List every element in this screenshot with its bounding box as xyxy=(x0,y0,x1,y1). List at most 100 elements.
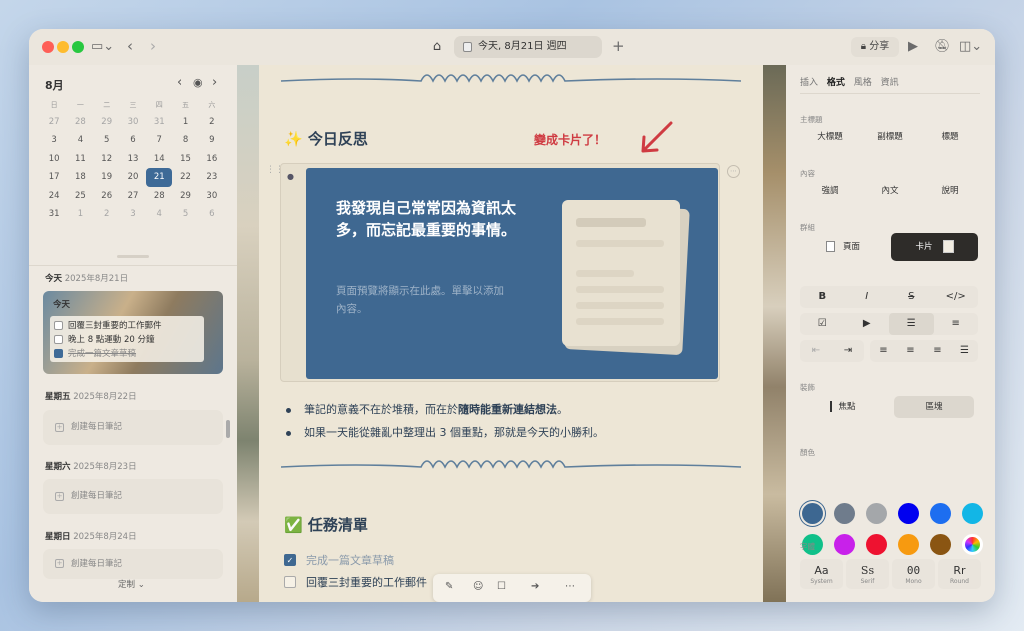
sidebar-scrollbar[interactable] xyxy=(226,420,230,438)
calendar-day[interactable]: 22 xyxy=(172,168,198,186)
more-icon[interactable]: ⋯ xyxy=(565,581,575,592)
calendar-day[interactable]: 29 xyxy=(94,113,120,131)
calendar-day[interactable]: 6 xyxy=(120,131,146,149)
align-justify-icon[interactable]: ☰ xyxy=(951,340,978,362)
color-swatch[interactable] xyxy=(898,534,919,555)
calendar-day[interactable]: 7 xyxy=(146,131,172,149)
calendar-day[interactable]: 1 xyxy=(67,205,93,223)
calendar-day[interactable]: 27 xyxy=(120,187,146,205)
card-placeholder[interactable]: 頁面預覽將顯示在此處。單擊以添加內容。 xyxy=(336,282,506,318)
create-daily-note-button[interactable]: + 創建每日筆記 xyxy=(43,479,223,514)
calendar-day[interactable]: 30 xyxy=(199,187,225,205)
calendar-day[interactable]: 11 xyxy=(67,150,93,168)
comment-icon[interactable]: ☐ xyxy=(497,581,506,592)
checkbox-icon[interactable] xyxy=(54,334,63,344)
today-note-card[interactable]: 今天 回覆三封重要的工作郵件 晚上 8 點運動 20 分鐘 完成一篇文章草稿 xyxy=(43,291,223,374)
bell-off-icon[interactable]: 🔕︎ xyxy=(934,39,951,55)
calendar-day[interactable]: 14 xyxy=(146,150,172,168)
calendar-day[interactable]: 6 xyxy=(199,205,225,223)
inspector-toggle-icon[interactable]: ◫⌄ xyxy=(959,39,982,55)
calendar-day[interactable]: 15 xyxy=(172,150,198,168)
calendar-day[interactable]: 23 xyxy=(199,168,225,186)
color-swatch[interactable] xyxy=(866,503,887,524)
heading-style-button[interactable]: 標題 xyxy=(920,125,980,149)
color-swatch[interactable] xyxy=(802,503,823,524)
tab-style[interactable]: 風格 xyxy=(854,78,872,88)
calendar-day[interactable]: 3 xyxy=(41,131,67,149)
arrow-right-circle-icon[interactable]: ➔ xyxy=(531,581,539,592)
checkbox-icon[interactable] xyxy=(284,576,296,588)
color-swatch[interactable] xyxy=(930,503,951,524)
checkbox-list-icon[interactable]: ☑ xyxy=(800,313,845,335)
customize-button[interactable]: 定制 ⌄ xyxy=(118,578,145,590)
resize-handle[interactable] xyxy=(117,255,149,258)
list-item[interactable]: 完成一篇文章草稿 xyxy=(54,346,200,360)
emphasis-style-button[interactable]: 強調 xyxy=(800,179,860,203)
forward-icon[interactable]: › xyxy=(150,38,156,54)
share-button[interactable]: 🔒︎ 分享 xyxy=(851,37,899,57)
tab-info[interactable]: 資訊 xyxy=(881,78,899,88)
color-swatch[interactable] xyxy=(834,503,855,524)
align-center-icon[interactable]: ≡ xyxy=(897,340,924,362)
italic-button[interactable]: I xyxy=(845,286,890,308)
today-dot-icon[interactable]: ◉ xyxy=(193,76,203,89)
calendar-day[interactable]: 27 xyxy=(41,113,67,131)
list-item[interactable]: 回覆三封重要的工作郵件 xyxy=(54,318,200,332)
indent-icon[interactable]: ⇥ xyxy=(832,340,864,362)
calendar-day[interactable]: 28 xyxy=(67,113,93,131)
calendar-day[interactable]: 29 xyxy=(172,187,198,205)
font-option[interactable]: Rr Round xyxy=(938,559,981,589)
calendar-day[interactable]: 3 xyxy=(120,205,146,223)
block-button[interactable]: 區塊 xyxy=(894,396,974,418)
note-card[interactable]: 我發現自己常常因為資訊太多，而忘記最重要的事情。 頁面預覽將顯示在此處。單擊以添… xyxy=(306,168,718,379)
calendar-day[interactable]: 9 xyxy=(199,131,225,149)
calendar-day[interactable]: 28 xyxy=(146,187,172,205)
outdent-icon[interactable]: ⇤ xyxy=(800,340,832,362)
align-right-icon[interactable]: ≡ xyxy=(924,340,951,362)
calendar-day[interactable]: 1 xyxy=(172,113,198,131)
new-tab-icon[interactable]: + xyxy=(612,38,625,54)
next-month-icon[interactable]: › xyxy=(212,75,217,90)
calendar-day[interactable]: 24 xyxy=(41,187,67,205)
emoji-icon[interactable]: ☺ xyxy=(473,581,483,592)
calendar-day[interactable]: 8 xyxy=(172,131,198,149)
calendar-day[interactable]: 10 xyxy=(41,150,67,168)
code-button[interactable]: </> xyxy=(934,286,979,308)
checkbox-icon[interactable] xyxy=(54,320,63,330)
calendar-day[interactable]: 4 xyxy=(67,131,93,149)
calendar-day[interactable]: 31 xyxy=(41,205,67,223)
calendar-day[interactable]: 18 xyxy=(67,168,93,186)
calendar-day[interactable]: 25 xyxy=(67,187,93,205)
calendar-day[interactable]: 17 xyxy=(41,168,67,186)
list-item[interactable]: ✓ 完成一篇文章草稿 xyxy=(284,552,394,568)
align-left-icon[interactable]: ≡ xyxy=(870,340,897,362)
zoom-window-button[interactable] xyxy=(72,41,84,53)
calendar-day[interactable]: 16 xyxy=(199,150,225,168)
close-window-button[interactable] xyxy=(42,41,54,53)
tab-format[interactable]: 格式 xyxy=(827,78,845,88)
font-option[interactable]: Ss Serif xyxy=(846,559,889,589)
calendar-day[interactable]: 21 xyxy=(146,168,173,187)
focus-button[interactable]: 焦點 xyxy=(800,396,886,418)
title-style-button[interactable]: 大標題 xyxy=(800,125,860,149)
prev-month-icon[interactable]: ‹ xyxy=(177,75,182,90)
caption-style-button[interactable]: 說明 xyxy=(920,179,980,203)
calendar-day[interactable]: 12 xyxy=(94,150,120,168)
calendar-day[interactable]: 5 xyxy=(172,205,198,223)
minimize-window-button[interactable] xyxy=(57,41,69,53)
bullet-list-icon[interactable]: ☰ xyxy=(889,313,934,335)
more-options-icon[interactable]: ⋯ xyxy=(727,165,740,178)
card-block[interactable]: ● 我發現自己常常因為資訊太多，而忘記最重要的事情。 頁面預覽將顯示在此處。單擊… xyxy=(280,163,720,382)
bold-button[interactable]: B xyxy=(800,286,845,308)
present-icon[interactable]: ▶ xyxy=(908,39,918,55)
calendar-day[interactable]: 31 xyxy=(146,113,172,131)
calendar-day[interactable]: 2 xyxy=(199,113,225,131)
color-swatch[interactable] xyxy=(898,503,919,524)
strikethrough-button[interactable]: S xyxy=(889,286,934,308)
create-daily-note-button[interactable]: + 創建每日筆記 xyxy=(43,549,223,579)
group-page-button[interactable]: 頁面 xyxy=(800,233,886,261)
sidebar-toggle-icon[interactable]: ▭⌄ xyxy=(91,39,114,55)
body-style-button[interactable]: 內文 xyxy=(860,179,920,203)
home-tab-icon[interactable]: ⌂ xyxy=(426,37,448,57)
list-item[interactable]: 晚上 8 點運動 20 分鐘 xyxy=(54,332,200,346)
